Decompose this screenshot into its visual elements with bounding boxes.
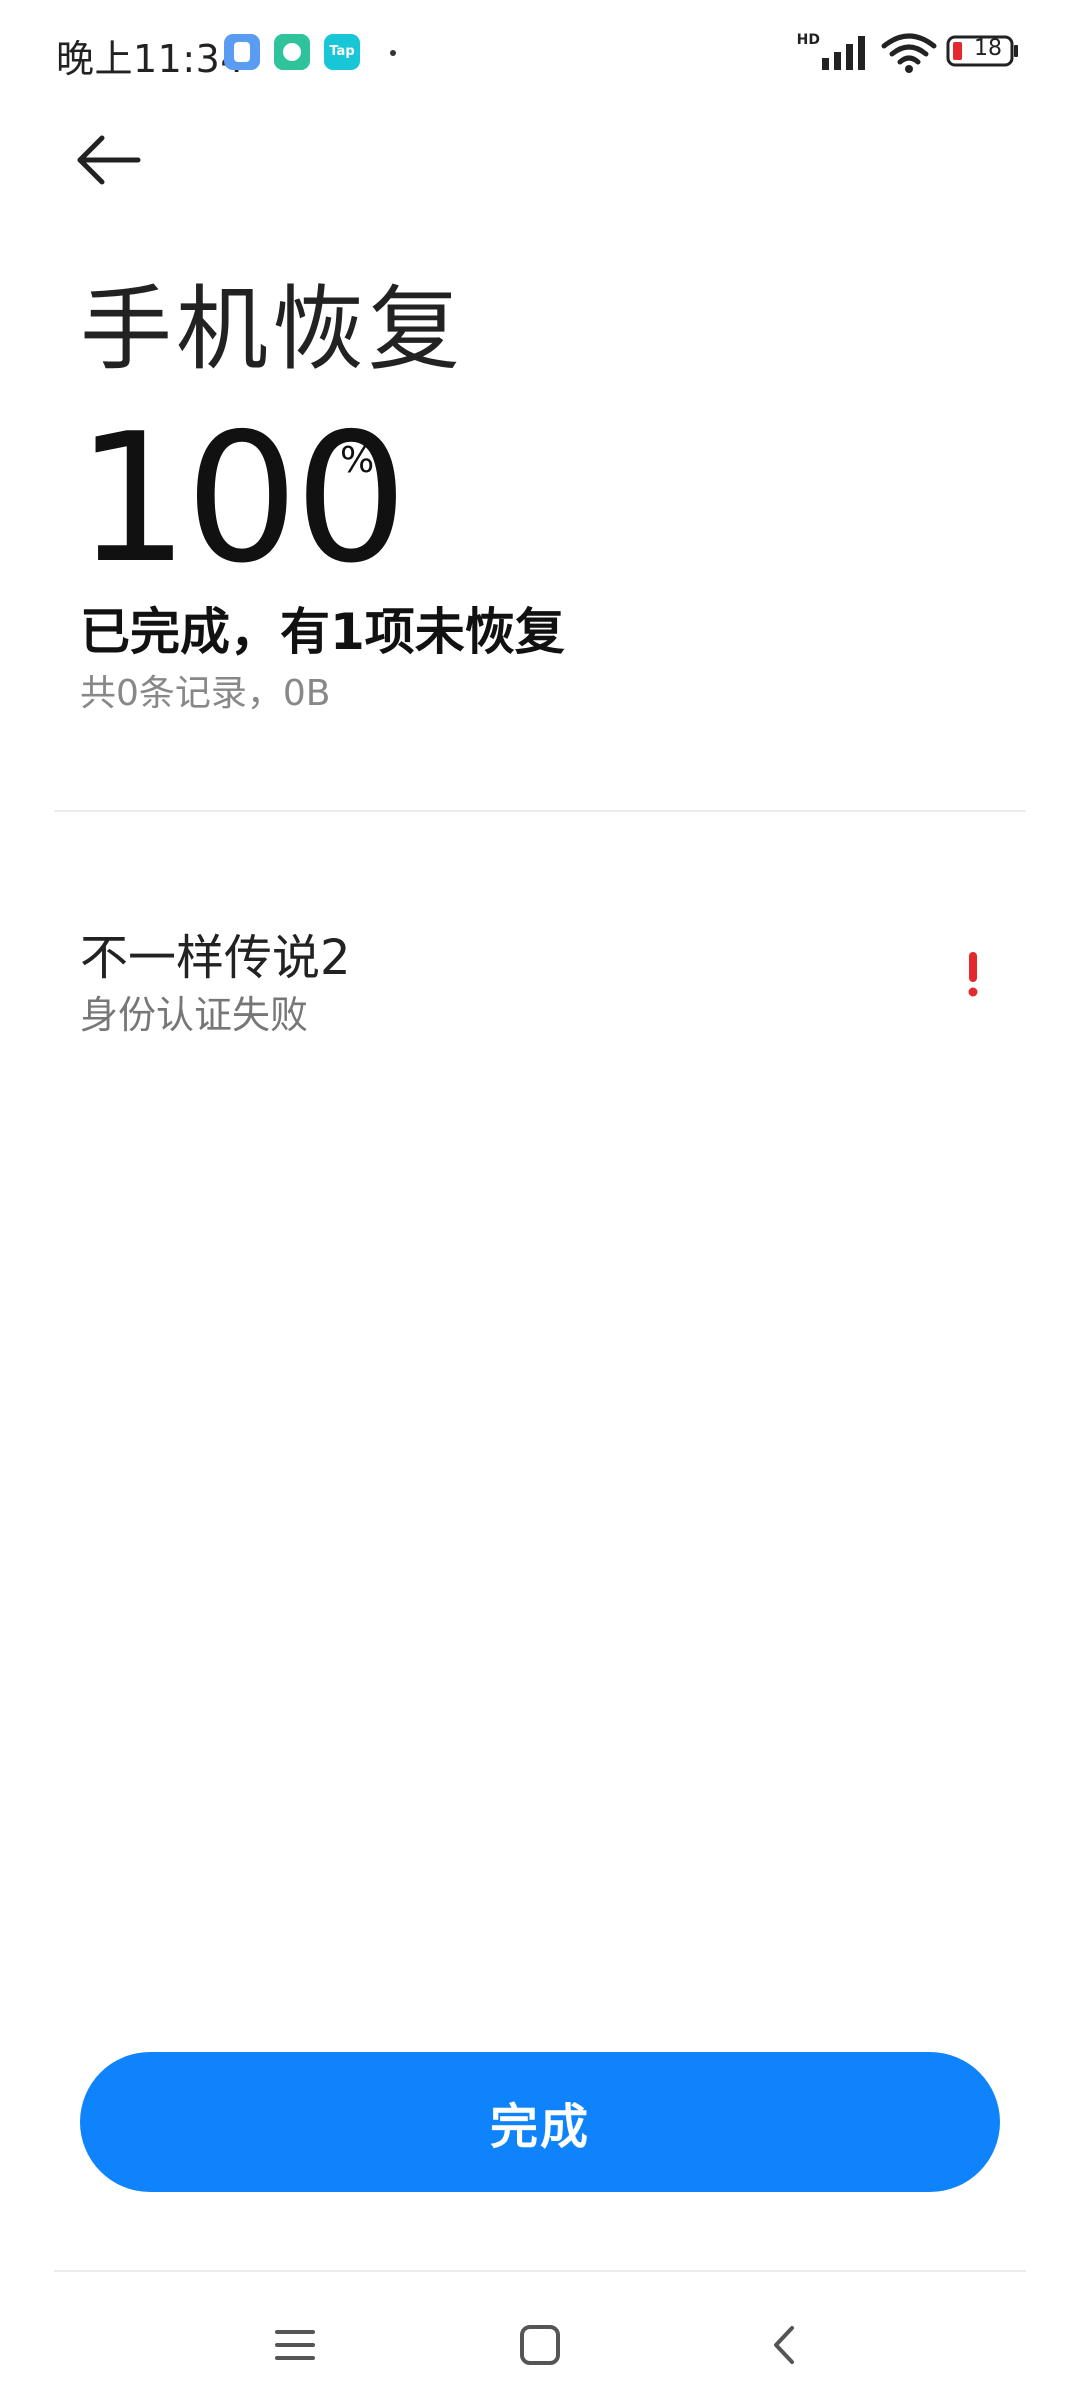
system-nav-bar [0, 2300, 1080, 2400]
back-arrow-icon[interactable] [68, 130, 148, 190]
battery-level-text: 18 [974, 36, 1002, 61]
more-notifications-dot [390, 50, 396, 56]
wifi-icon [881, 33, 937, 73]
page-title: 手机恢复 [80, 276, 465, 383]
restore-status-text: 已完成，有1项未恢复 [80, 603, 565, 661]
progress-percent-unit: % [340, 440, 375, 481]
restore-item-title: 不一样传说2 [80, 930, 351, 986]
taptap-app-icon: Tap [324, 34, 360, 70]
status-bar: 晚上11:34 Tap HD 18 [0, 0, 1080, 105]
done-button[interactable]: 完成 [80, 2052, 1000, 2192]
status-time: 晚上11:34 [56, 37, 246, 81]
security-app-icon [274, 34, 310, 70]
phone-screen: 晚上11:34 Tap HD 18 手机恢复 100 % 已完成，有1项未恢复 … [0, 0, 1080, 2400]
notes-app-icon [224, 34, 260, 70]
error-exclamation-icon [968, 952, 978, 997]
network-type-label: HD [796, 32, 820, 48]
signal-icon [822, 36, 865, 70]
recents-menu-icon[interactable] [260, 2310, 330, 2380]
restore-summary-text: 共0条记录，0B [80, 673, 331, 714]
divider [54, 810, 1026, 812]
nav-back-icon[interactable] [750, 2310, 820, 2380]
progress-percent: 100 [76, 395, 408, 602]
home-icon[interactable] [505, 2310, 575, 2380]
nav-divider [54, 2270, 1026, 2272]
restore-item-status: 身份认证失败 [80, 993, 309, 1037]
restore-item[interactable]: 不一样传说2 身份认证失败 [0, 900, 1080, 1040]
